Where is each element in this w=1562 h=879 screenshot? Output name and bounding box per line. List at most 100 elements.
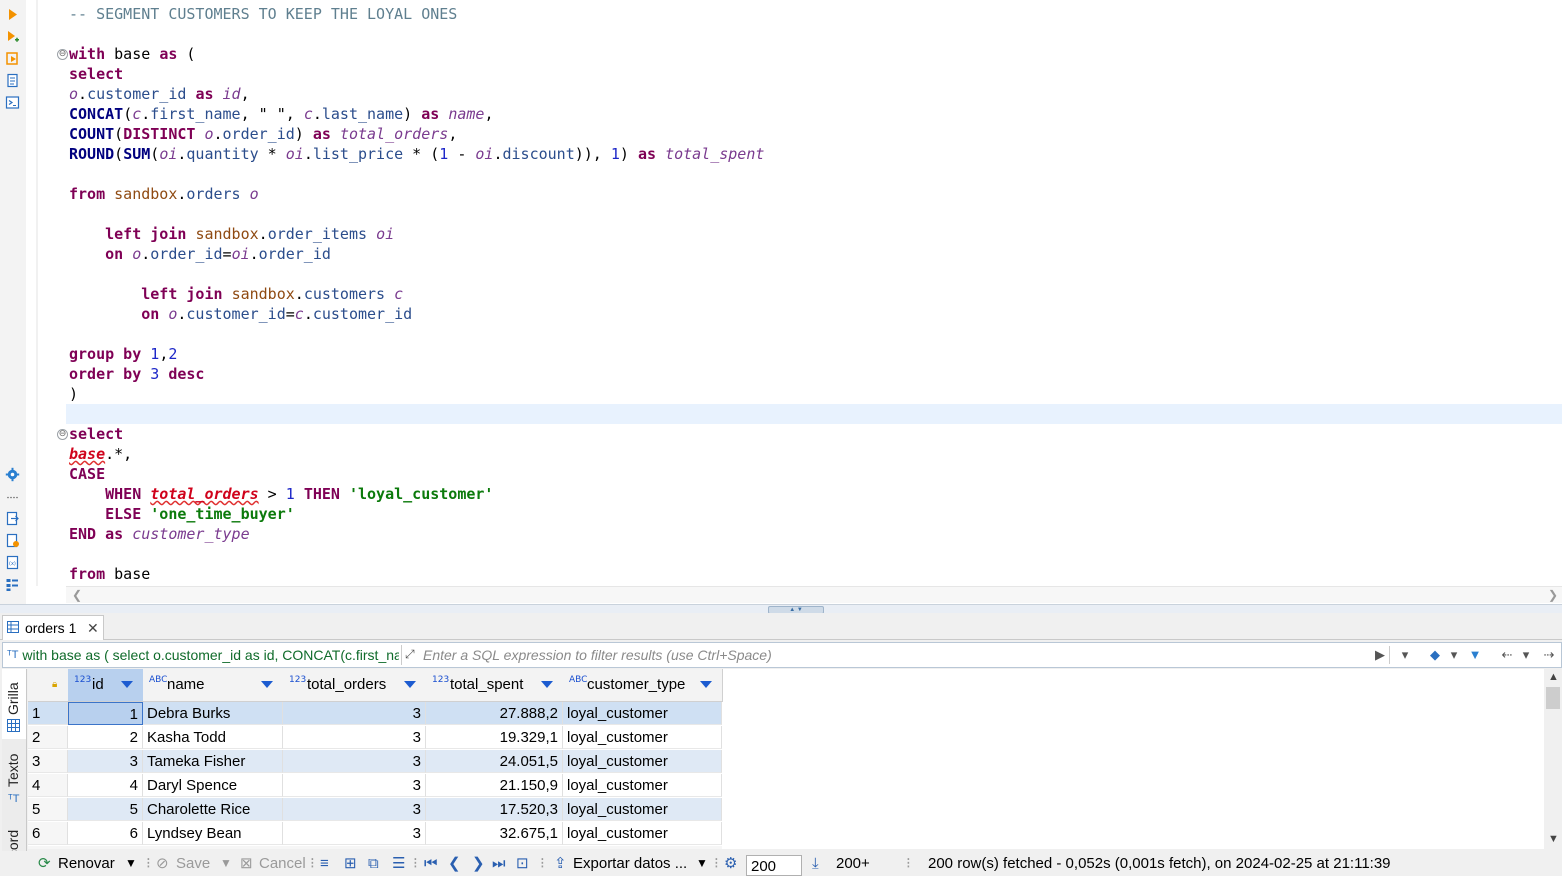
edit-row-icon[interactable]: ≡ <box>320 851 329 876</box>
cell-total-orders[interactable]: 3 <box>283 750 426 773</box>
export-menu-icon[interactable]: ▼ <box>696 851 708 876</box>
code-line[interactable]: o.customer_id as id, <box>69 84 250 104</box>
history-menu-icon[interactable]: ▾ <box>1519 643 1533 667</box>
row-number[interactable]: 1 <box>28 702 68 725</box>
back-arrow-icon[interactable]: ⇠ <box>1497 643 1517 667</box>
export-icon[interactable]: ⇪ <box>554 851 567 876</box>
filter-input[interactable]: ⤢ Enter a SQL expression to filter resul… <box>405 643 1365 667</box>
scroll-down-icon[interactable]: ▼ <box>1548 833 1559 845</box>
sort-menu-icon[interactable] <box>700 681 712 688</box>
code-line[interactable]: ROUND(SUM(oi.quantity * oi.list_price * … <box>69 144 764 164</box>
cell-total-spent[interactable]: 24.051,5 <box>426 750 563 773</box>
sort-menu-icon[interactable] <box>541 681 553 688</box>
scroll-up-icon[interactable]: ▲ <box>1548 671 1559 683</box>
eraser-icon[interactable]: ◆ <box>1427 643 1443 667</box>
forward-arrow-icon[interactable]: ⇢ <box>1539 643 1559 667</box>
load-script-icon[interactable] <box>5 533 20 548</box>
fullscreen-icon[interactable]: ⊡ <box>516 851 529 876</box>
fold-toggle-select[interactable]: ⊖ <box>57 429 68 440</box>
code-line[interactable]: END as customer_type <box>69 524 250 544</box>
tab-orders-1[interactable]: orders 1 ✕ <box>2 615 104 640</box>
explain-plan-icon[interactable] <box>5 51 20 66</box>
code-line[interactable]: on o.customer_id=c.customer_id <box>69 304 412 324</box>
cell-total-spent[interactable]: 27.888,2 <box>426 702 563 725</box>
fetch-more-button[interactable]: 200+ <box>836 851 870 876</box>
add-row-icon[interactable]: ⊞ <box>344 851 357 876</box>
code-line[interactable]: ELSE 'one_time_buyer' <box>69 504 295 524</box>
code-line[interactable]: order by 3 desc <box>69 364 204 384</box>
cell-id[interactable]: 5 <box>68 798 143 821</box>
cancel-icon[interactable]: ⊠ <box>240 851 253 876</box>
code-line[interactable]: base.*, <box>69 444 132 464</box>
code-line[interactable]: COUNT(DISTINCT o.order_id) as total_orde… <box>69 124 457 144</box>
cell-customer-type[interactable]: loyal_customer <box>563 726 722 749</box>
settings-gear-icon[interactable]: ⚙ <box>724 851 737 876</box>
outline-icon[interactable] <box>5 577 20 592</box>
code-line[interactable]: on o.order_id=oi.order_id <box>69 244 331 264</box>
last-page-icon[interactable]: ⏭ <box>492 851 506 876</box>
cell-customer-type[interactable]: loyal_customer <box>563 750 722 773</box>
cell-total-spent[interactable]: 17.520,3 <box>426 798 563 821</box>
table-row[interactable]: 2 2 Kasha Todd 3 19.329,1 loyal_customer <box>28 726 1544 750</box>
editor-horizontal-scrollbar[interactable]: ❮ ❯ <box>66 586 1562 603</box>
table-row[interactable]: 6 6 Lyndsey Bean 3 32.675,1 loyal_customer <box>28 822 1544 846</box>
code-line[interactable]: select <box>69 64 123 84</box>
expand-filter-icon[interactable]: ⤢ <box>405 647 419 661</box>
column-header-total-orders[interactable]: 123 total_orders <box>283 669 427 702</box>
code-line[interactable]: from sandbox.orders o <box>69 184 259 204</box>
fold-toggle-with[interactable]: ⊖ <box>57 49 68 60</box>
scroll-right-icon[interactable]: ❯ <box>1548 587 1558 603</box>
column-header-name[interactable]: ABC name <box>143 669 284 702</box>
prev-page-icon[interactable]: ❮ <box>448 851 461 876</box>
cell-name[interactable]: Charolette Rice <box>143 798 283 821</box>
cell-total-orders[interactable]: 3 <box>283 726 426 749</box>
scroll-left-icon[interactable]: ❮ <box>72 587 82 603</box>
cell-total-orders[interactable]: 3 <box>283 822 426 845</box>
table-row[interactable]: 5 5 Charolette Rice 3 17.520,3 loyal_customer <box>28 798 1544 822</box>
sort-menu-icon[interactable] <box>404 681 416 688</box>
table-row[interactable]: 1 1 Debra Burks 3 27.888,2 loyal_customer <box>28 702 1544 726</box>
cell-total-spent[interactable]: 21.150,9 <box>426 774 563 797</box>
code-line[interactable]: CONCAT(c.first_name, " ", c.last_name) a… <box>69 104 493 124</box>
sql-editor[interactable]: (x) ⊖ ⊖ -- SEGMENT CUSTOMERS TO KEEP THE… <box>0 0 1562 604</box>
column-header-id[interactable]: 123 id <box>68 669 144 702</box>
code-line[interactable]: select <box>69 424 123 444</box>
sort-menu-icon[interactable] <box>261 681 273 688</box>
grid-vertical-scrollbar[interactable]: ▲ ▼ <box>1544 669 1562 849</box>
cell-id[interactable]: 6 <box>68 822 143 845</box>
cell-name[interactable]: Tameka Fisher <box>143 750 283 773</box>
next-page-icon[interactable]: ❯ <box>472 851 485 876</box>
filter-icon[interactable]: ▼ <box>1467 643 1483 667</box>
row-number[interactable]: 4 <box>28 774 68 797</box>
fetch-next-icon[interactable]: ⤓ <box>812 851 819 876</box>
code-line[interactable]: left join sandbox.order_items oi <box>69 224 394 244</box>
row-number[interactable]: 2 <box>28 726 68 749</box>
gear-icon[interactable] <box>5 467 20 482</box>
script-document-icon[interactable] <box>5 73 20 88</box>
copy-row-icon[interactable]: ⧉ <box>368 851 379 876</box>
column-header-customer-type[interactable]: ABC customer_type <box>563 669 723 702</box>
apply-filter-icon[interactable]: ▶ <box>1373 643 1387 667</box>
eraser-menu-icon[interactable]: ▾ <box>1447 643 1461 667</box>
cell-name[interactable]: Daryl Spence <box>143 774 283 797</box>
sort-menu-icon[interactable] <box>121 681 133 688</box>
filter-history-icon[interactable]: ▾ <box>1397 643 1413 667</box>
format-sql-icon[interactable]: (x) <box>5 555 20 570</box>
refresh-icon[interactable]: ⟳ <box>38 851 51 876</box>
save-icon[interactable]: ⊘ <box>156 851 169 876</box>
cell-name[interactable]: Lyndsey Bean <box>143 822 283 845</box>
code-line[interactable]: ) <box>69 384 78 404</box>
code-line[interactable]: group by 1,2 <box>69 344 177 364</box>
cell-total-orders[interactable]: 3 <box>283 774 426 797</box>
fetch-size-input[interactable]: 200 <box>746 855 802 876</box>
row-number[interactable]: 3 <box>28 750 68 773</box>
row-number-header[interactable]: 🔒︎ <box>28 669 69 702</box>
code-line[interactable]: with base as ( <box>69 44 195 64</box>
cell-id[interactable]: 1 <box>68 702 143 725</box>
code-line[interactable]: CASE <box>69 464 105 484</box>
row-number[interactable]: 6 <box>28 822 68 845</box>
code-line[interactable]: -- SEGMENT CUSTOMERS TO KEEP THE LOYAL O… <box>69 4 457 24</box>
tab-texto[interactable]: Texto ᵀT <box>2 745 26 815</box>
code-line[interactable]: left join sandbox.customers c <box>69 284 403 304</box>
first-page-icon[interactable]: ⏮ <box>424 851 438 876</box>
